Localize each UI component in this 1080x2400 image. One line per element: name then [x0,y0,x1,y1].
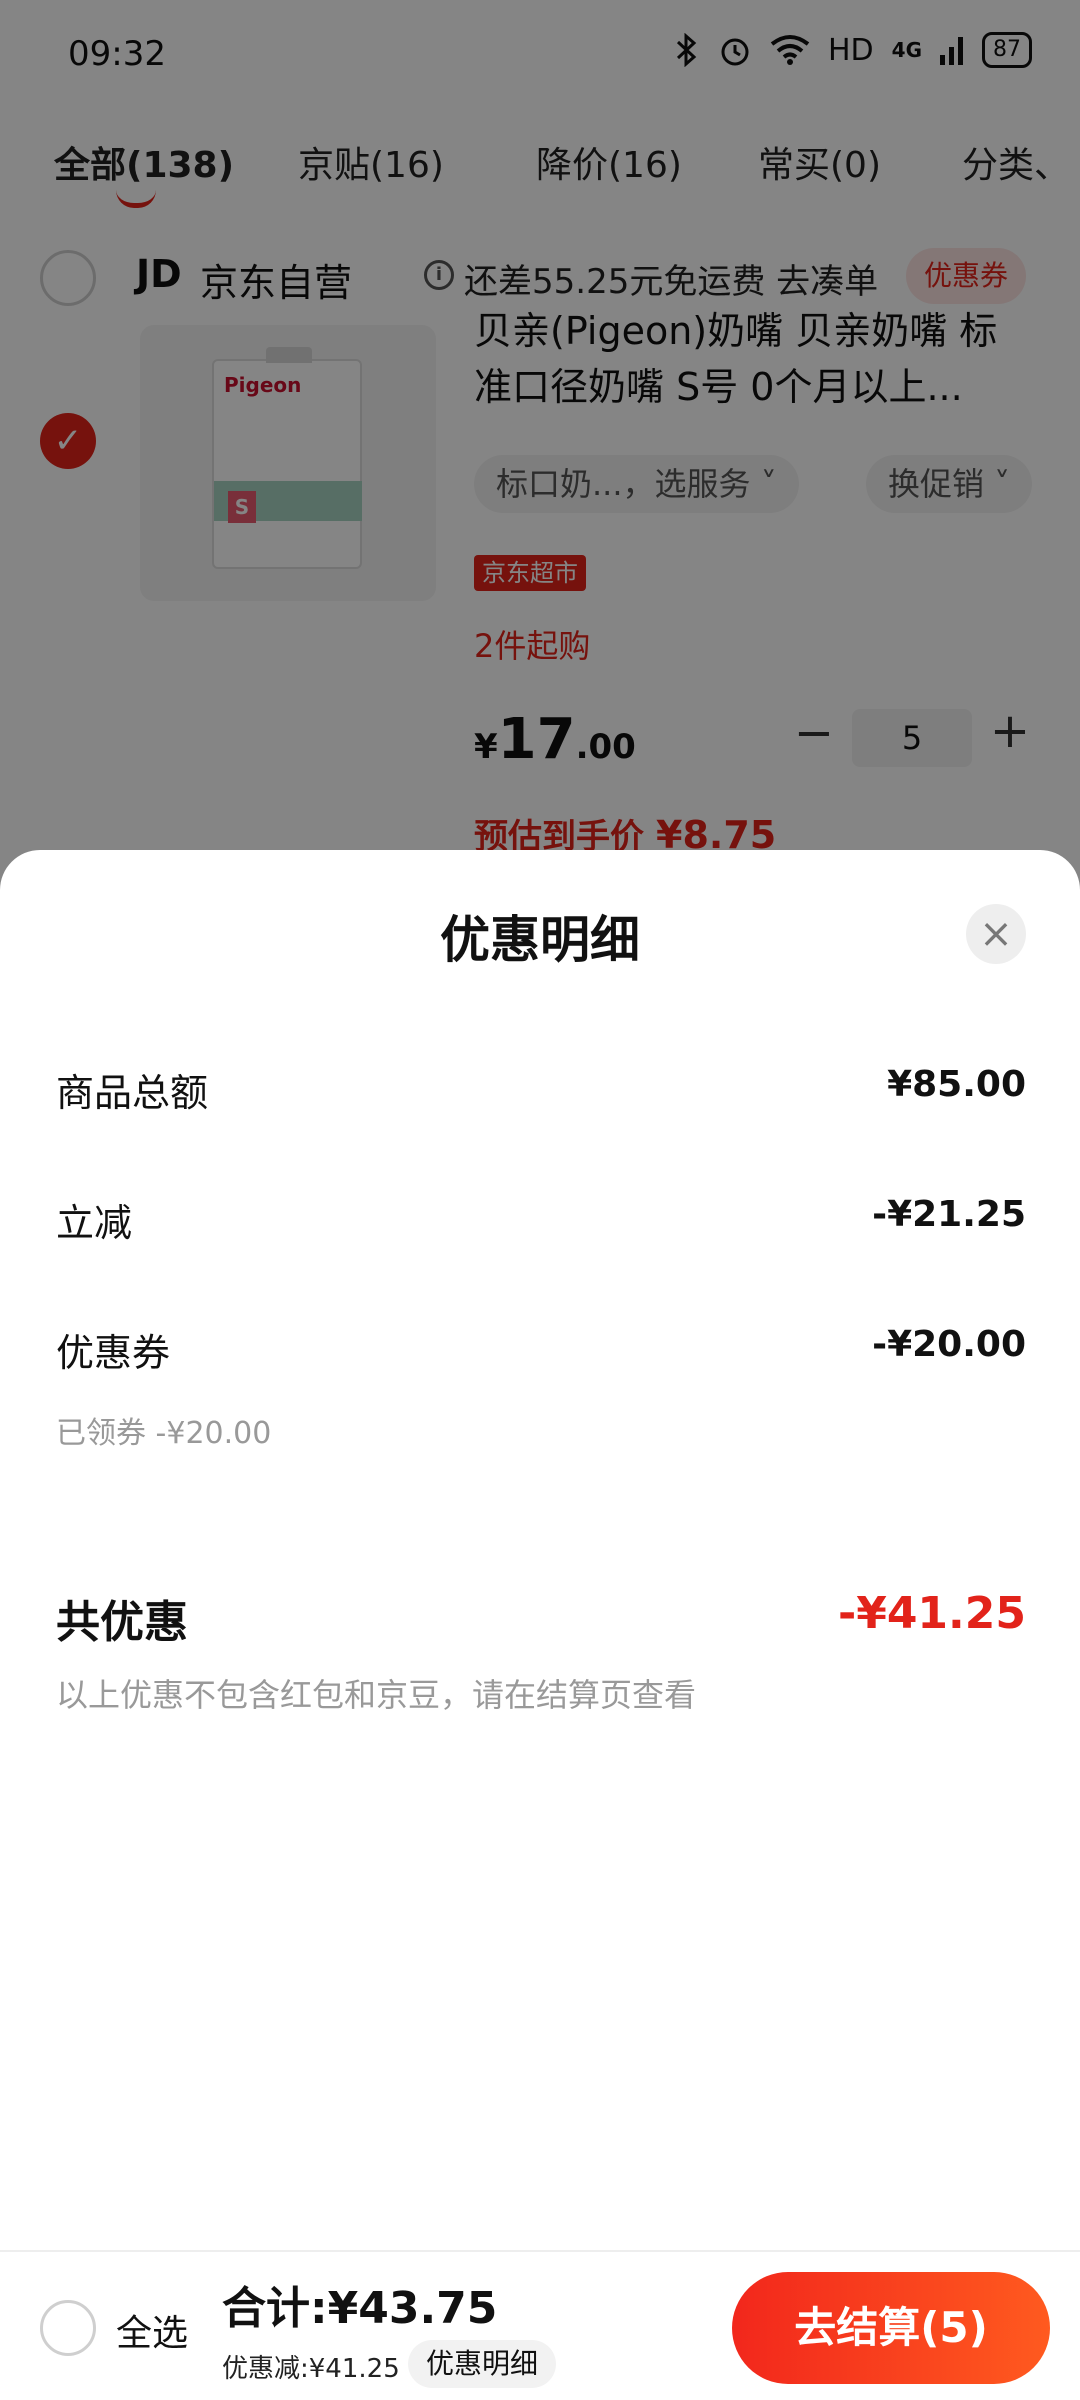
row-sub-coupon: 已领券 -¥20.00 [56,1416,272,1451]
row-label-coupon: 优惠券 [56,1331,171,1375]
discount-note: 以上优惠不包含红包和京豆，请在结算页查看 [56,1676,697,1714]
select-all-radio[interactable] [40,2300,96,2356]
row-value-instant-discount: -¥21.25 [872,1194,1026,1235]
discount-detail-button[interactable]: 优惠明细 [408,2340,557,2388]
sheet-title: 优惠明细 [440,911,640,969]
discount-summary: 优惠减:¥41.25 [222,2354,400,2384]
row-value-total-goods: ¥85.00 [887,1064,1026,1105]
checkout-button[interactable]: 去结算(5) [732,2272,1050,2384]
close-button[interactable]: × [966,904,1026,964]
checkout-bar: 全选 合计:¥43.75 优惠减:¥41.25 优惠明细 去结算(5) [0,2250,1080,2400]
row-value-coupon: -¥20.00 [872,1324,1026,1365]
total-discount-label: 共优惠 [56,1597,188,1648]
total-discount-value: -¥41.25 [837,1588,1026,1639]
total-sum: 合计:¥43.75 [222,2283,498,2334]
row-label-total-goods: 商品总额 [56,1071,209,1115]
select-all-label[interactable]: 全选 [116,2304,188,2356]
row-label-instant-discount: 立减 [56,1201,133,1245]
discount-detail-sheet: 优惠明细 × 商品总额 ¥85.00 立减 -¥21.25 优惠券 -¥20.0… [0,850,1080,2250]
